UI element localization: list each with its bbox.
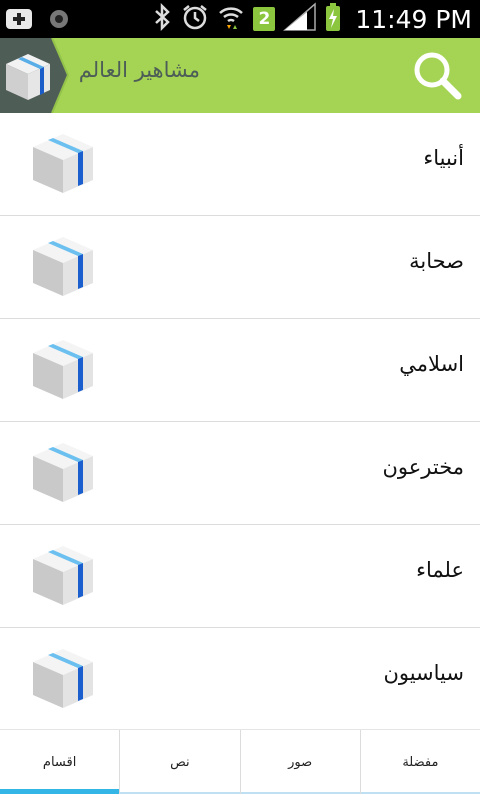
signal-icon [283, 2, 317, 36]
tab-images[interactable]: صور [239, 730, 360, 795]
add-notification-icon [4, 4, 34, 34]
category-list: أنبياء صحابة اسلامي مخترعون علماء سياسيو… [0, 113, 480, 729]
list-item[interactable]: سياسيون [0, 628, 480, 729]
action-bar: مشاهير العالم [0, 37, 480, 114]
box-icon [33, 443, 93, 502]
record-icon [44, 4, 74, 34]
wifi-icon [217, 3, 245, 35]
category-label: صحابة [409, 249, 464, 273]
status-bar: 2 11:49 PM [0, 0, 480, 38]
tab-text[interactable]: نص [119, 730, 240, 795]
category-label: اسلامي [399, 352, 464, 376]
bottom-edge [0, 794, 480, 800]
list-item[interactable]: صحابة [0, 216, 480, 319]
box-icon [33, 340, 93, 399]
category-label: مخترعون [382, 455, 464, 479]
search-button[interactable] [408, 48, 468, 103]
list-item[interactable]: اسلامي [0, 319, 480, 422]
box-icon [33, 237, 93, 296]
category-label: علماء [416, 558, 464, 582]
list-item[interactable]: علماء [0, 525, 480, 628]
tab-label: نص [170, 755, 190, 770]
tab-favorites[interactable]: مفضلة [359, 730, 480, 795]
alarm-icon [181, 3, 209, 35]
battery-charging-icon [325, 2, 341, 36]
box-icon [33, 649, 93, 708]
notification-count-icon: 2 [253, 7, 276, 31]
category-label: سياسيون [383, 661, 464, 685]
bluetooth-icon [153, 2, 173, 35]
list-item[interactable]: أنبياء [0, 113, 480, 216]
tab-categories[interactable]: اقسام [0, 730, 120, 795]
tab-label: مفضلة [402, 755, 439, 770]
search-icon [414, 52, 462, 100]
box-icon [33, 134, 93, 193]
app-title: مشاهير العالم [78, 58, 200, 82]
list-item[interactable]: مخترعون [0, 422, 480, 525]
app-logo[interactable] [0, 37, 70, 114]
box-icon [33, 546, 93, 605]
status-time: 11:49 PM [355, 4, 472, 34]
bottom-tab-bar: مفضلة صور نص اقسام [0, 729, 480, 795]
tab-label: اقسام [42, 755, 77, 770]
category-label: أنبياء [423, 146, 464, 170]
tab-label: صور [288, 755, 313, 770]
